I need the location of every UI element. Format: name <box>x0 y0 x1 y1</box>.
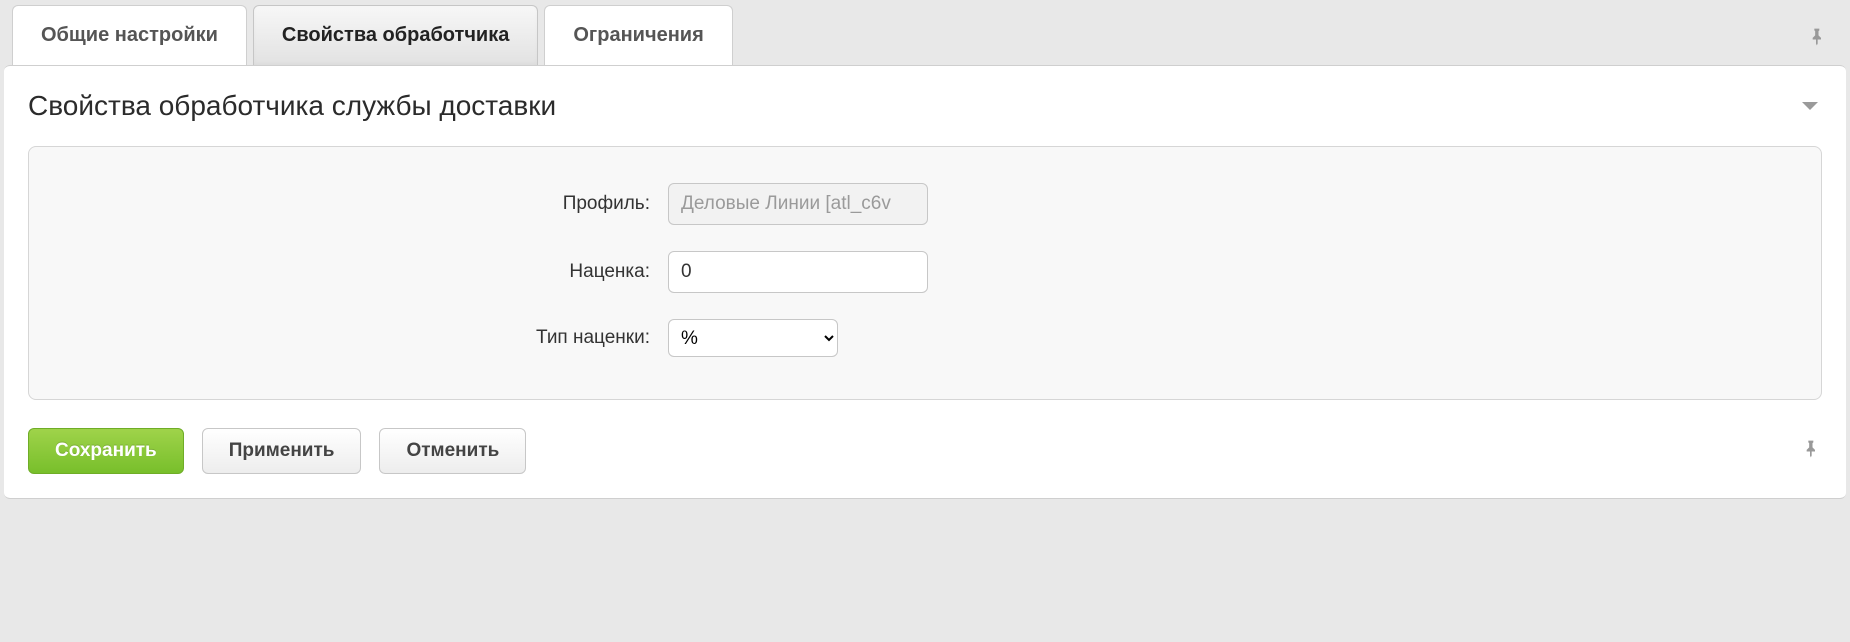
cancel-button[interactable]: Отменить <box>379 428 526 474</box>
save-button[interactable]: Сохранить <box>28 428 184 474</box>
tab-handler-properties[interactable]: Свойства обработчика <box>253 5 538 65</box>
field-row-profile: Профиль: <box>53 183 1797 225</box>
field-row-markup-type: Тип наценки: % <box>53 319 1797 357</box>
tabs: Общие настройки Свойства обработчика Огр… <box>12 0 1838 65</box>
cancel-button-label: Отменить <box>406 440 499 462</box>
page: Общие настройки Свойства обработчика Огр… <box>0 0 1850 499</box>
tab-restrictions[interactable]: Ограничения <box>544 5 732 65</box>
pin-icon[interactable] <box>1806 24 1826 50</box>
profile-control <box>668 183 928 225</box>
profile-label: Профиль: <box>53 193 668 215</box>
apply-button[interactable]: Применить <box>202 428 362 474</box>
markup-type-label: Тип наценки: <box>53 327 668 349</box>
tab-label: Общие настройки <box>41 24 218 47</box>
field-row-markup: Наценка: <box>53 251 1797 293</box>
tab-label: Свойства обработчика <box>282 24 509 47</box>
tab-label: Ограничения <box>573 24 703 47</box>
content-panel: Свойства обработчика службы доставки Про… <box>4 65 1846 499</box>
markup-type-select[interactable]: % <box>668 319 838 357</box>
apply-button-label: Применить <box>229 440 335 462</box>
buttons-row: Сохранить Применить Отменить <box>28 428 1822 486</box>
panel-header: Свойства обработчика службы доставки <box>28 90 1822 122</box>
markup-input[interactable] <box>668 251 928 293</box>
panel-title: Свойства обработчика службы доставки <box>28 90 556 122</box>
markup-label: Наценка: <box>53 261 668 283</box>
tabs-bar: Общие настройки Свойства обработчика Огр… <box>0 0 1850 65</box>
tab-general-settings[interactable]: Общие настройки <box>12 5 247 65</box>
save-button-label: Сохранить <box>55 440 157 462</box>
fields-box: Профиль: Наценка: Тип наценки: % <box>28 146 1822 400</box>
markup-control <box>668 251 928 293</box>
pin-icon[interactable] <box>1800 436 1820 462</box>
markup-type-control: % <box>668 319 838 357</box>
collapse-icon[interactable] <box>1798 94 1822 118</box>
profile-input <box>668 183 928 225</box>
